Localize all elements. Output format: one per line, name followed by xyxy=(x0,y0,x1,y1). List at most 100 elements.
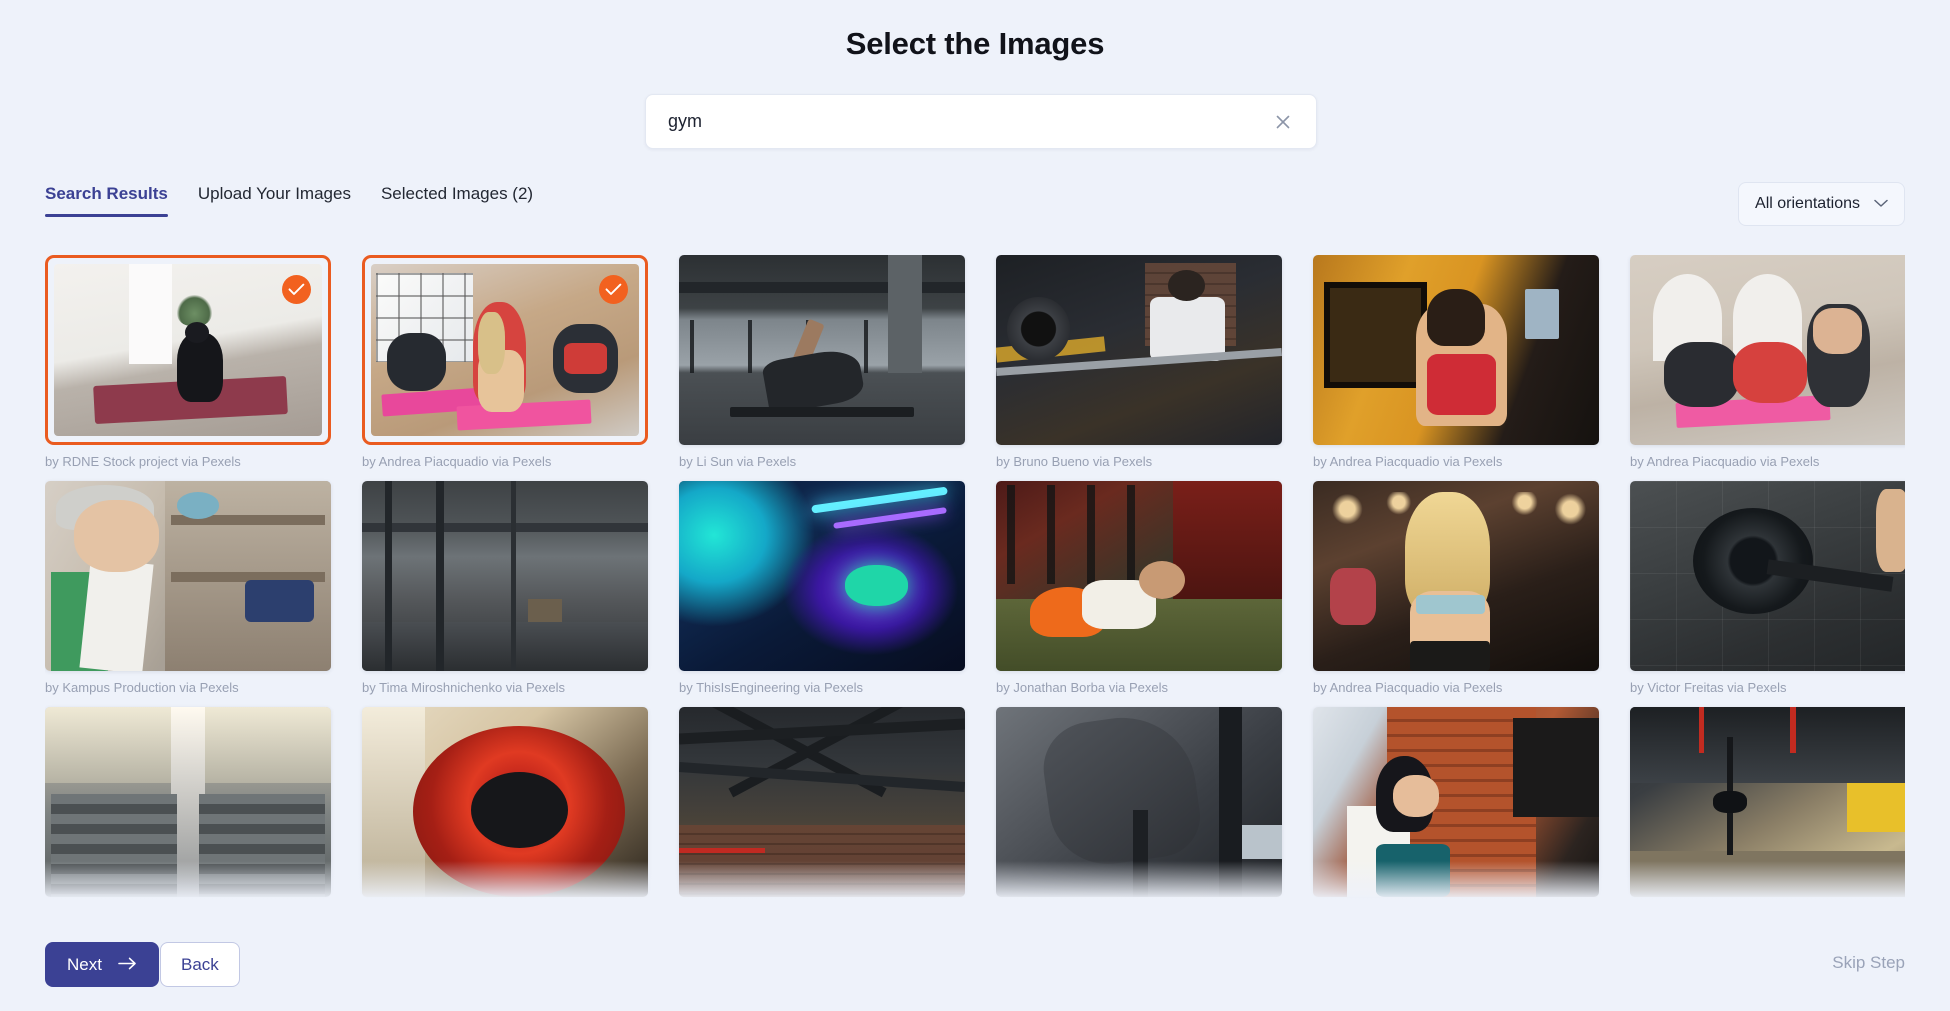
thumbnail-image[interactable] xyxy=(679,255,965,445)
artwork-shape xyxy=(1375,843,1451,897)
artwork-shape xyxy=(1427,289,1485,347)
image-thumbnail[interactable] xyxy=(1313,255,1599,445)
image-attribution: by Andrea Piacquadio via Pexels xyxy=(1630,454,1820,469)
image-thumbnail[interactable] xyxy=(362,481,648,671)
artwork-shape xyxy=(1732,342,1808,404)
image-thumbnail[interactable] xyxy=(679,255,965,445)
thumbnail-image[interactable] xyxy=(1630,481,1905,671)
artwork-shape xyxy=(245,579,314,622)
image-thumbnail[interactable] xyxy=(996,481,1282,671)
artwork-shape xyxy=(563,343,607,375)
select-images-page: Select the Images Search Results Upload … xyxy=(0,0,1950,1011)
image-result-card[interactable]: by Andrea Piacquadio via Pexels xyxy=(1630,255,1905,469)
skip-step-link[interactable]: Skip Step xyxy=(1832,953,1905,973)
thumbnail-image[interactable] xyxy=(362,481,648,671)
artwork-shape xyxy=(1410,640,1491,671)
artwork-shape xyxy=(1415,595,1485,614)
image-result-card[interactable]: by Bruno Bueno via Pexels xyxy=(996,255,1282,469)
check-icon[interactable] xyxy=(599,275,628,304)
close-icon[interactable] xyxy=(1270,109,1296,135)
thumbnail-image[interactable] xyxy=(1313,255,1599,445)
image-thumbnail[interactable] xyxy=(1313,481,1599,671)
thumbnail-image[interactable] xyxy=(996,255,1282,445)
thumbnail-artwork xyxy=(45,481,331,671)
image-thumbnail[interactable] xyxy=(1313,707,1599,897)
artwork-shape xyxy=(1875,488,1905,573)
image-result-card[interactable]: by Kampus Production via Pexels xyxy=(45,481,331,695)
tab-search-results[interactable]: Search Results xyxy=(45,184,183,217)
image-result-card[interactable]: by ThisIsEngineering via Pexels xyxy=(679,481,965,695)
image-thumbnail[interactable] xyxy=(679,707,965,897)
thumbnail-image[interactable] xyxy=(1313,707,1599,897)
orientation-filter-select[interactable]: All orientations xyxy=(1738,182,1905,226)
image-attribution: by Jonathan Borba via Pexels xyxy=(996,680,1168,695)
thumbnail-image[interactable] xyxy=(1630,707,1905,897)
search-box[interactable] xyxy=(645,94,1317,149)
check-icon[interactable] xyxy=(282,275,311,304)
thumbnail-image[interactable] xyxy=(54,264,322,436)
thumbnail-image[interactable] xyxy=(996,481,1282,671)
artwork-shape xyxy=(679,824,965,897)
image-result-card[interactable] xyxy=(45,707,331,906)
thumbnail-artwork xyxy=(679,481,965,671)
image-result-card[interactable]: by Victor Freitas via Pexels xyxy=(1630,481,1905,695)
image-result-card[interactable] xyxy=(1313,707,1599,906)
image-attribution: by Andrea Piacquadio via Pexels xyxy=(1313,454,1503,469)
image-thumbnail[interactable] xyxy=(1630,481,1905,671)
image-results-grid[interactable]: by RDNE Stock project via Pexels by Andre… xyxy=(45,255,1905,919)
image-result-card[interactable] xyxy=(679,707,965,906)
image-thumbnail[interactable] xyxy=(679,481,965,671)
image-result-card[interactable]: by Andrea Piacquadio via Pexels xyxy=(1313,255,1599,469)
thumbnail-image[interactable] xyxy=(1630,255,1905,445)
image-thumbnail[interactable] xyxy=(1630,255,1905,445)
thumbnail-image[interactable] xyxy=(679,707,965,897)
back-button[interactable]: Back xyxy=(160,942,240,987)
artwork-shape xyxy=(1698,707,1705,753)
artwork-shape xyxy=(1330,568,1376,626)
artwork-shape xyxy=(456,399,592,431)
artwork-shape xyxy=(1630,851,1905,897)
tab-upload-your-images[interactable]: Upload Your Images xyxy=(183,184,366,217)
artwork-shape xyxy=(73,500,160,573)
image-result-card[interactable]: by RDNE Stock project via Pexels xyxy=(45,255,331,469)
artwork-shape xyxy=(1524,289,1559,339)
artwork-shape xyxy=(1513,718,1599,818)
orientation-filter-value: All orientations xyxy=(1755,195,1860,212)
thumbnail-image[interactable] xyxy=(371,264,639,436)
thumbnail-image[interactable] xyxy=(1313,481,1599,671)
tab-selected-images[interactable]: Selected Images (2) xyxy=(366,184,548,217)
artwork-shape xyxy=(1219,707,1242,897)
next-button[interactable]: Next xyxy=(45,942,159,987)
image-thumbnail[interactable] xyxy=(45,481,331,671)
image-result-card[interactable]: by Andrea Piacquadio via Pexels xyxy=(362,255,648,469)
image-result-card[interactable]: by Andrea Piacquadio via Pexels xyxy=(1313,481,1599,695)
image-thumbnail[interactable] xyxy=(1630,707,1905,897)
image-result-card[interactable]: by Tima Miroshnichenko via Pexels xyxy=(362,481,648,695)
image-thumbnail[interactable] xyxy=(362,707,648,897)
image-thumbnail[interactable] xyxy=(45,707,331,897)
chevron-down-icon xyxy=(1874,195,1888,213)
image-thumbnail[interactable] xyxy=(996,255,1282,445)
artwork-shape xyxy=(679,281,965,293)
image-thumbnail[interactable] xyxy=(996,707,1282,897)
next-button-label: Next xyxy=(67,954,102,974)
image-thumbnail-selected[interactable] xyxy=(362,255,648,445)
artwork-shape xyxy=(1712,790,1748,814)
image-result-card[interactable]: by Li Sun via Pexels xyxy=(679,255,965,469)
thumbnail-image[interactable] xyxy=(45,481,331,671)
thumbnail-image[interactable] xyxy=(362,707,648,897)
image-result-card[interactable] xyxy=(1630,707,1905,906)
image-thumbnail-selected[interactable] xyxy=(45,255,331,445)
artwork-shape xyxy=(510,481,517,671)
image-result-card[interactable]: by Jonathan Borba via Pexels xyxy=(996,481,1282,695)
image-result-card[interactable] xyxy=(996,707,1282,906)
thumbnail-artwork xyxy=(1630,707,1905,897)
thumbnail-artwork xyxy=(362,707,648,897)
thumbnail-image[interactable] xyxy=(996,707,1282,897)
artwork-shape xyxy=(730,407,914,417)
thumbnail-image[interactable] xyxy=(679,481,965,671)
artwork-shape xyxy=(1139,560,1185,599)
image-result-card[interactable] xyxy=(362,707,648,906)
search-input[interactable] xyxy=(668,111,1270,132)
thumbnail-image[interactable] xyxy=(45,707,331,897)
